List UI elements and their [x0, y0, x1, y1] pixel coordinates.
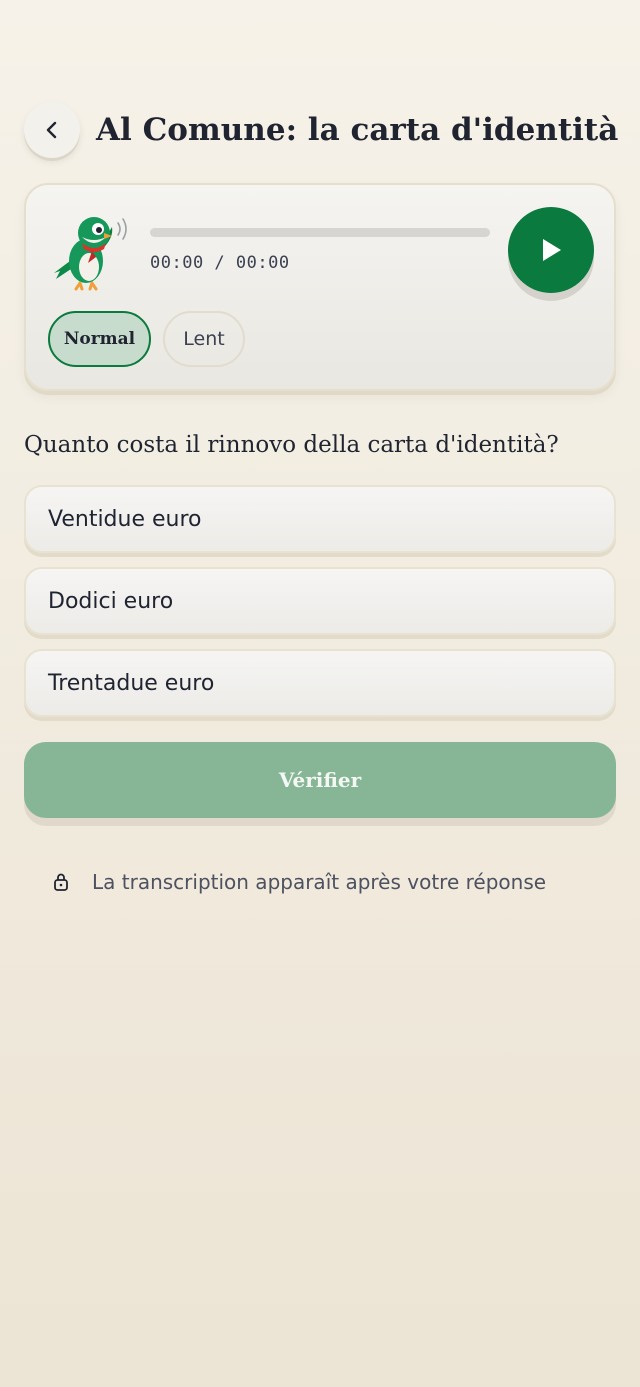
header: Al Comune: la carta d'identità — [24, 100, 619, 160]
speed-normal-chip[interactable]: Normal — [48, 311, 151, 367]
question-text: Quanto costa il rinnovo della carta d'id… — [24, 432, 559, 458]
lock-icon — [54, 873, 68, 891]
play-button[interactable] — [508, 207, 594, 293]
answer-options: Ventidue euro Dodici euro Trentadue euro — [24, 485, 616, 731]
answer-option[interactable]: Ventidue euro — [24, 485, 616, 553]
notice-text: La transcription apparaît après votre ré… — [92, 870, 547, 894]
audio-time: 00:00 / 00:00 — [150, 253, 290, 273]
answer-option[interactable]: Trentadue euro — [24, 649, 616, 717]
audio-progress-bar[interactable] — [150, 228, 490, 237]
chevron-left-icon — [46, 121, 57, 139]
answer-option[interactable]: Dodici euro — [24, 567, 616, 635]
audio-player-card: 00:00 / 00:00 Normal Lent — [24, 183, 616, 391]
speed-selector: Normal Lent — [48, 311, 245, 367]
page-title: Al Comune: la carta d'identità — [96, 112, 619, 148]
play-icon — [543, 239, 561, 261]
green-bird-mascot — [54, 217, 127, 291]
back-button[interactable] — [24, 102, 80, 158]
verify-button[interactable]: Vérifier — [24, 742, 616, 818]
speed-slow-chip[interactable]: Lent — [163, 311, 245, 367]
transcription-notice: La transcription apparaît après votre ré… — [52, 870, 546, 894]
